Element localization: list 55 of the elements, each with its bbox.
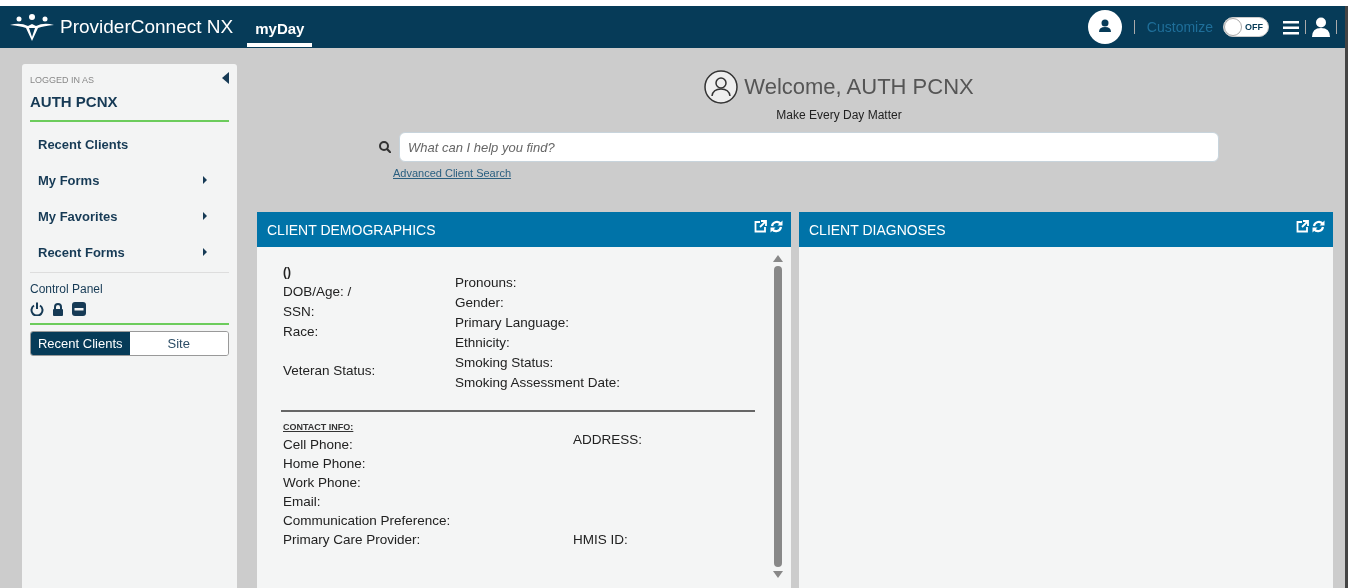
field-label: Work Phone: [283,475,362,490]
search-icon [379,141,391,153]
sidebar-item[interactable]: Recent Forms [30,234,229,270]
external-link-icon[interactable] [754,220,767,233]
field-label: Cell Phone: [283,437,354,452]
minimize-icon[interactable] [72,302,86,316]
welcome-title: Welcome, AUTH PCNX [744,74,974,100]
field-label: Race: [283,324,320,339]
field-label: Home Phone: [283,456,367,471]
field-label: Ethnicity: [455,335,511,350]
customize-toggle[interactable]: OFF [1223,17,1269,37]
sidebar-item[interactable]: My Favorites [30,198,229,234]
client-name: () [283,265,292,279]
field-label: ADDRESS: [573,432,643,447]
field-label: Primary Care Provider: [283,532,422,547]
menu-icon[interactable] [1283,19,1299,35]
customize-label: Customize [1146,19,1213,35]
field-label: SSN: [283,304,316,319]
sidebar-item[interactable]: Recent Clients [30,126,229,162]
field-label: Smoking Status: [455,355,555,370]
panel-title: CLIENT DEMOGRAPHICS [267,221,436,238]
section-heading: CONTACT INFO: [283,422,355,432]
advanced-search-link[interactable]: Advanced Client Search [393,167,511,179]
user-name: AUTH PCNX [30,93,119,110]
scroll-down-icon[interactable] [773,571,783,578]
segment-tab[interactable]: Recent Clients [31,332,130,355]
field-label: Gender: [455,295,505,310]
avatar-icon[interactable] [1087,10,1122,44]
collapse-icon[interactable] [222,72,229,84]
field-label: Smoking Assessment Date: [455,375,621,390]
user-icon[interactable] [1312,17,1330,37]
person-icon [704,70,739,104]
control-panel-label: Control Panel [30,282,104,296]
external-link-icon[interactable] [1296,220,1309,233]
field-label: Email: [283,494,322,509]
segment-tab[interactable]: Site [129,332,228,355]
sidebar-item[interactable]: My Forms [30,162,229,198]
field-label: Veteran Status: [283,363,377,378]
tagline: Make Every Day Matter [776,108,902,122]
logged-in-label: LOGGED IN AS [30,75,95,85]
field-label: DOB/Age: / [283,284,353,299]
field-label: Pronouns: [455,275,518,290]
refresh-icon[interactable] [1312,220,1325,233]
lock-icon[interactable] [52,302,64,316]
brand-name: ProviderConnect NX [60,16,234,38]
scroll-up-icon[interactable] [773,255,783,262]
search-field[interactable]: What can I help you find? [399,132,1219,162]
field-label: Communication Preference: [283,513,452,528]
logo-icon [10,13,54,41]
power-icon[interactable] [30,302,44,316]
field-label: Primary Language: [455,315,571,330]
panel-title: CLIENT DIAGNOSES [809,221,946,238]
scroll-thumb[interactable] [774,266,782,567]
field-label: HMIS ID: [573,532,629,547]
refresh-icon[interactable] [770,220,783,233]
